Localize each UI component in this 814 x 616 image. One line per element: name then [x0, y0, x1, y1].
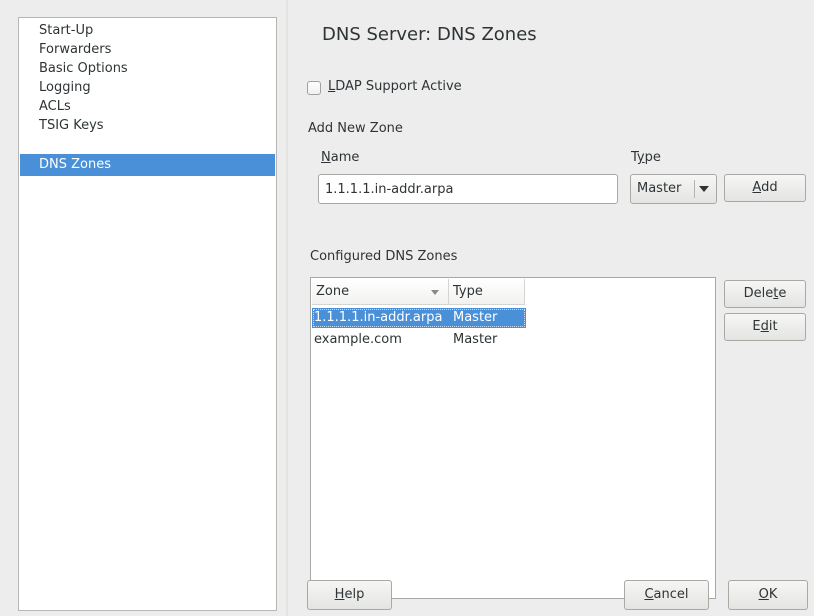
- table-cell-zone[interactable]: 1.1.1.1.in-addr.arpa: [314, 309, 442, 327]
- ldap-support-label[interactable]: LDAP Support Active: [328, 79, 462, 94]
- configured-zones-label: Configured DNS Zones: [310, 249, 458, 264]
- add-zone-button[interactable]: Add: [724, 174, 806, 202]
- column-header-type[interactable]: Type: [449, 279, 525, 305]
- zones-table[interactable]: Zone Type 1.1.1.1.in-addr.arpa Master ex…: [310, 277, 716, 599]
- zone-type-select[interactable]: Master: [630, 174, 717, 204]
- sidebar-tree[interactable]: Start-Up Forwarders Basic Options Loggin…: [18, 17, 277, 611]
- table-cell-type[interactable]: Master: [453, 309, 497, 327]
- sidebar-item-basic-options[interactable]: Basic Options: [20, 59, 275, 78]
- cancel-button[interactable]: Cancel: [624, 580, 709, 610]
- sidebar-item-logging[interactable]: Logging: [20, 78, 275, 97]
- column-header-zone[interactable]: Zone: [312, 279, 449, 305]
- ldap-support-checkbox[interactable]: [307, 81, 321, 95]
- chevron-down-icon: [699, 186, 709, 192]
- sidebar-item-start-up[interactable]: Start-Up: [20, 21, 275, 40]
- sidebar-item-dns-zones[interactable]: DNS Zones: [20, 154, 275, 176]
- sidebar-item-forwarders[interactable]: Forwarders: [20, 40, 275, 59]
- add-new-zone-label: Add New Zone: [308, 121, 403, 136]
- combo-separator: [694, 180, 695, 198]
- zone-name-input[interactable]: [318, 174, 618, 204]
- sort-descending-icon: [431, 290, 439, 295]
- table-cell-type[interactable]: Master: [453, 331, 497, 349]
- panel-divider: [286, 0, 288, 616]
- sidebar-item-tsig-keys[interactable]: TSIG Keys: [20, 116, 275, 135]
- page-title: DNS Server: DNS Zones: [322, 24, 537, 45]
- delete-zone-button[interactable]: Delete: [724, 280, 806, 308]
- edit-zone-button[interactable]: Edit: [724, 313, 806, 341]
- ok-button[interactable]: OK: [728, 580, 808, 610]
- help-button[interactable]: Help: [307, 580, 392, 610]
- zone-type-value: Master: [637, 181, 682, 196]
- zone-name-label: Name: [321, 150, 360, 165]
- zone-type-label: Type: [631, 150, 661, 165]
- table-cell-zone[interactable]: example.com: [314, 331, 402, 349]
- sidebar-item-acls[interactable]: ACLs: [20, 97, 275, 116]
